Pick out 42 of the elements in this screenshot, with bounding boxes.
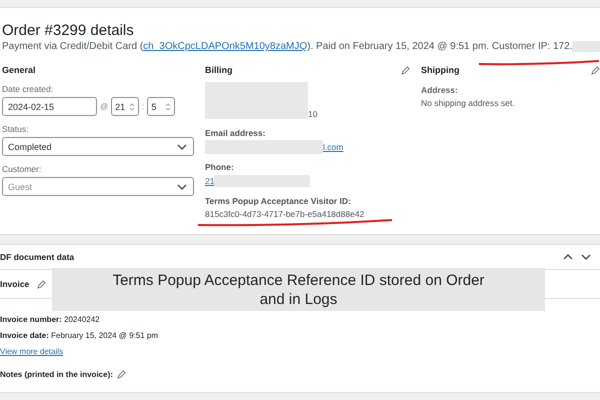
invoice-date: Invoice date: February 15, 2024 @ 9:51 pm — [0, 331, 159, 340]
chevron-down-icon[interactable] — [176, 142, 188, 151]
order-title: Order #3299 details — [2, 22, 135, 39]
notes-label: Notes (printed in the invoice): — [0, 370, 113, 379]
minute-field[interactable]: 5 — [147, 97, 176, 116]
phone-link[interactable]: 21 — [205, 176, 214, 186]
date-field[interactable]: 2024-02-15 — [2, 97, 97, 116]
spinner-icon[interactable] — [129, 102, 136, 112]
invoice-number: Invoice number: 20240242 — [0, 315, 101, 324]
general-heading: General — [2, 65, 36, 76]
address-text: 10 — [308, 109, 318, 120]
customer-select[interactable]: Guest — [2, 177, 194, 196]
hour-field[interactable]: 21 — [111, 97, 140, 116]
status-select[interactable]: Completed — [2, 137, 194, 156]
edit-icon[interactable] — [116, 370, 126, 379]
field-label: Address: — [421, 85, 459, 96]
field-label: Status: — [2, 124, 30, 134]
edit-icon[interactable] — [37, 280, 46, 288]
field-label: Email address: — [205, 128, 266, 138]
spinner-icon[interactable] — [165, 102, 172, 112]
chevron-down-icon[interactable] — [580, 253, 592, 261]
charge-link[interactable]: ch_3OkCpcLDAPOnk5M10y8zaMJQ — [143, 41, 308, 52]
field-label: Date created: — [2, 84, 54, 94]
field-label: Terms Popup Acceptance Visitor ID: — [205, 196, 352, 206]
email-link[interactable]: l.com — [323, 142, 344, 152]
invoice-title: Invoice — [0, 279, 30, 289]
edit-icon[interactable] — [401, 66, 410, 75]
chevron-down-icon[interactable] — [176, 182, 188, 191]
panel-title: DF document data — [0, 252, 74, 262]
field-label: Phone: — [205, 162, 235, 172]
chevron-up-icon[interactable] — [562, 253, 574, 261]
edit-icon[interactable] — [591, 66, 600, 75]
shipping-heading: Shipping — [421, 65, 460, 76]
at-sign: @ — [100, 102, 108, 112]
caption-banner: Terms Popup Acceptance Reference ID stored on Order and in Logs — [52, 268, 545, 311]
details-link[interactable]: View more details — [0, 347, 63, 356]
field-label: Customer: — [2, 164, 42, 174]
billing-heading: Billing — [205, 65, 232, 76]
payment-info: Payment via Credit/Debit Card (ch_3OkCpcLDAPOnk5M10y8zaMJQ). Paid on February 15, 2024 @ 9:51 pm. Customer IP: 172. — [2, 41, 600, 52]
time-colon: : — [142, 102, 144, 112]
shipping-address: No shipping address set. — [421, 98, 516, 108]
visitor-id: 815c3fc0-4d73-4717-be7b-e5a418d88e42 — [205, 209, 366, 220]
